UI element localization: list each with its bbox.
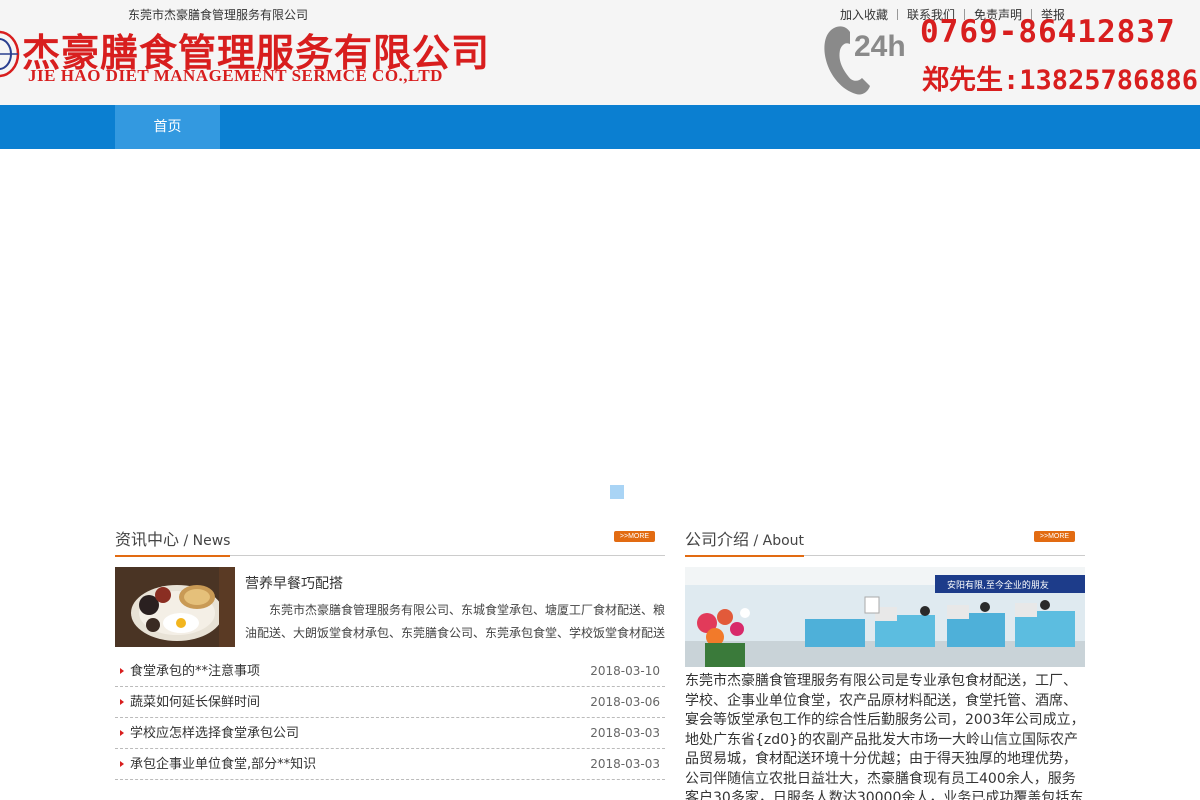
news-section: 资讯中心 / News >>MORE 营养早餐巧配搭 东莞市杰豪膳食管理服务有限… bbox=[115, 520, 665, 780]
bullet-arrow-icon bbox=[120, 761, 124, 767]
banner-slider bbox=[0, 149, 1200, 509]
about-section-header: 公司介绍 / About >>MORE bbox=[685, 520, 1085, 557]
news-item-title[interactable]: 学校应怎样选择食堂承包公司 bbox=[130, 718, 299, 749]
news-item[interactable]: 承包企事业单位食堂,部分**知识 2018-03-03 bbox=[115, 749, 665, 780]
slider-dot[interactable] bbox=[610, 485, 624, 499]
news-list: 食堂承包的**注意事项 2018-03-10 蔬菜如何延长保鲜时间 2018-0… bbox=[115, 656, 665, 780]
site-header: 东莞市杰豪膳食管理服务有限公司 杰豪膳食管理服务有限公司 JIE HAO DIE… bbox=[0, 0, 1200, 105]
phone-24h-icon: 24h bbox=[824, 26, 906, 95]
divider bbox=[897, 9, 899, 20]
about-title-en: / About bbox=[749, 533, 805, 549]
news-item-date: 2018-03-10 bbox=[590, 664, 660, 678]
office-sign-text: 安阳有限,至今全业的朋友 bbox=[947, 579, 1049, 591]
bullet-arrow-icon bbox=[120, 730, 124, 736]
news-item[interactable]: 蔬菜如何延长保鲜时间 2018-03-06 bbox=[115, 687, 665, 718]
logo-emblem-icon bbox=[0, 30, 20, 78]
bullet-arrow-icon bbox=[120, 699, 124, 705]
about-more-button[interactable]: >>MORE bbox=[1034, 531, 1075, 542]
featured-news-desc: 东莞市杰豪膳食管理服务有限公司、东城食堂承包、塘厦工厂食材配送、粮油配送、大朗饭… bbox=[245, 603, 665, 640]
about-title-cn: 公司介绍 bbox=[685, 530, 750, 549]
featured-news[interactable]: 营养早餐巧配搭 东莞市杰豪膳食管理服务有限公司、东城食堂承包、塘厦工厂食材配送、… bbox=[115, 567, 665, 649]
company-logo[interactable]: 杰豪膳食管理服务有限公司 JIE HAO DIET MANAGEMENT SER… bbox=[0, 18, 540, 90]
featured-news-title[interactable]: 营养早餐巧配搭 bbox=[245, 573, 343, 593]
news-item[interactable]: 食堂承包的**注意事项 2018-03-10 bbox=[115, 656, 665, 687]
news-item-date: 2018-03-03 bbox=[590, 757, 660, 771]
news-item-date: 2018-03-06 bbox=[590, 695, 660, 709]
office-image: 安阳有限,至今全业的朋友 bbox=[685, 567, 1085, 667]
news-section-header: 资讯中心 / News >>MORE bbox=[115, 520, 665, 557]
news-item[interactable]: 学校应怎样选择食堂承包公司 2018-03-03 bbox=[115, 718, 665, 749]
bullet-arrow-icon bbox=[120, 668, 124, 674]
news-item-title[interactable]: 蔬菜如何延长保鲜时间 bbox=[130, 687, 260, 718]
about-text: 东莞市杰豪膳食管理服务有限公司是专业承包食材配送，工厂、学校、企事业单位食堂，农… bbox=[685, 673, 1085, 800]
phone-badge-text: 24h bbox=[854, 30, 906, 63]
about-section: 公司介绍 / About >>MORE 安阳有限,至今全业的朋友 东莞市杰豪膳食… bbox=[685, 520, 1085, 800]
news-more-button[interactable]: >>MORE bbox=[614, 531, 655, 542]
hotline-number: 0769-86412837 bbox=[920, 14, 1176, 50]
nav-item-home[interactable]: 首页 bbox=[115, 105, 220, 149]
news-item-title[interactable]: 承包企事业单位食堂,部分**知识 bbox=[130, 749, 316, 780]
about-section-title: 公司介绍 / About bbox=[685, 526, 805, 557]
main-nav: 首页 bbox=[0, 105, 1200, 149]
news-item-title[interactable]: 食堂承包的**注意事项 bbox=[130, 656, 260, 687]
logo-text-en: JIE HAO DIET MANAGEMENT SERMCE CO.,LTD bbox=[28, 66, 443, 85]
news-item-date: 2018-03-03 bbox=[590, 726, 660, 740]
news-title-en: / News bbox=[179, 533, 231, 549]
news-title-cn: 资讯中心 bbox=[115, 530, 180, 549]
contact-mobile: 郑先生:13825786886 bbox=[922, 65, 1199, 96]
breakfast-image[interactable] bbox=[115, 567, 235, 647]
news-section-title: 资讯中心 / News bbox=[115, 526, 231, 557]
